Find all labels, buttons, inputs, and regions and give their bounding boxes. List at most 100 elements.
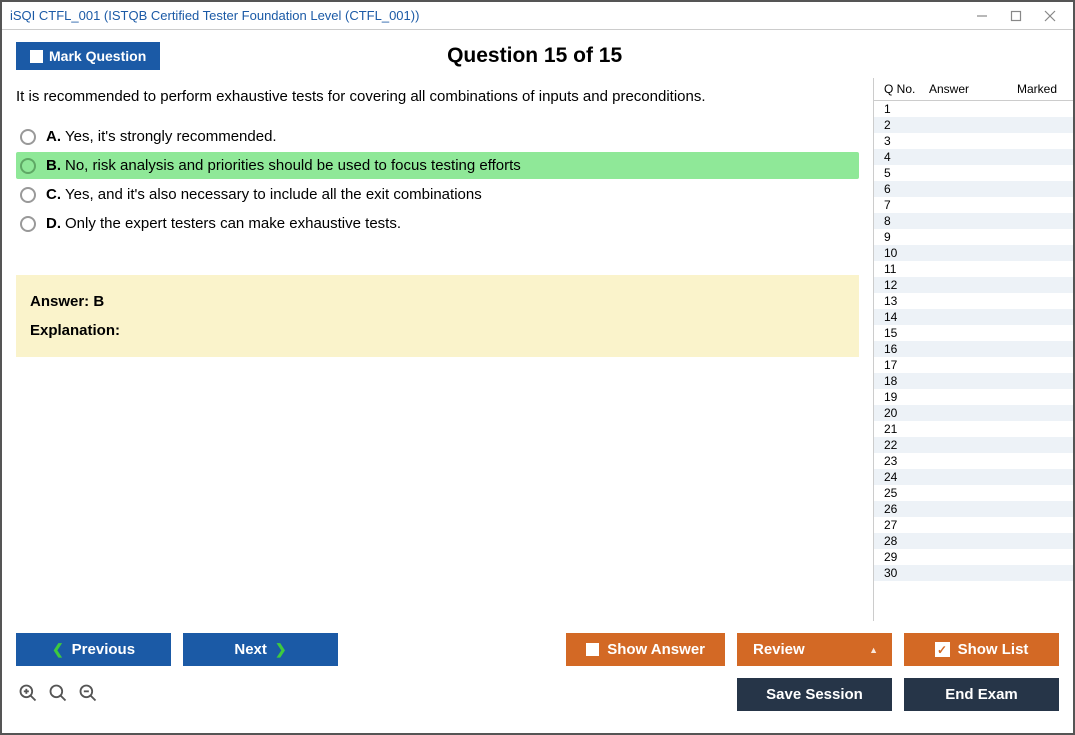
choice-c[interactable]: C. Yes, and it's also necessary to inclu…	[16, 181, 859, 208]
choice-text: Yes, and it's also necessary to include …	[65, 186, 482, 203]
qlist-row[interactable]: 18	[874, 373, 1073, 389]
qno: 8	[884, 214, 929, 228]
qlist-row[interactable]: 27	[874, 517, 1073, 533]
qlist-row[interactable]: 1	[874, 101, 1073, 117]
radio-icon	[20, 129, 36, 145]
show-answer-button[interactable]: Show Answer	[566, 633, 725, 666]
question-list-header: Q No. Answer Marked	[874, 78, 1073, 101]
qlist-row[interactable]: 12	[874, 277, 1073, 293]
qlist-row[interactable]: 21	[874, 421, 1073, 437]
qno: 23	[884, 454, 929, 468]
end-exam-button[interactable]: End Exam	[904, 678, 1059, 711]
choice-a[interactable]: A. Yes, it's strongly recommended.	[16, 123, 859, 150]
qno: 17	[884, 358, 929, 372]
qlist-row[interactable]: 17	[874, 357, 1073, 373]
mark-question-label: Mark Question	[49, 48, 146, 64]
qno: 12	[884, 278, 929, 292]
button-row-1: ❮ Previous Next ❯ Show Answer Review ▲ ✓…	[16, 633, 1059, 666]
chevron-left-icon: ❮	[52, 641, 64, 658]
qno: 21	[884, 422, 929, 436]
zoom-out-icon[interactable]	[78, 683, 98, 706]
qno: 25	[884, 486, 929, 500]
end-exam-label: End Exam	[945, 686, 1018, 703]
question-counter: Question 15 of 15	[160, 44, 909, 68]
qlist-row[interactable]: 7	[874, 197, 1073, 213]
qlist-row[interactable]: 15	[874, 325, 1073, 341]
qlist-row[interactable]: 10	[874, 245, 1073, 261]
qno: 11	[884, 262, 929, 276]
close-icon[interactable]	[1043, 9, 1057, 23]
checkbox-checked-icon: ✓	[935, 642, 950, 657]
save-session-button[interactable]: Save Session	[737, 678, 892, 711]
choices-list: A. Yes, it's strongly recommended.B. No,…	[16, 123, 859, 237]
qlist-row[interactable]: 30	[874, 565, 1073, 581]
qno: 10	[884, 246, 929, 260]
qlist-row[interactable]: 16	[874, 341, 1073, 357]
qlist-row[interactable]: 5	[874, 165, 1073, 181]
choice-d[interactable]: D. Only the expert testers can make exha…	[16, 210, 859, 237]
show-answer-label: Show Answer	[607, 641, 705, 658]
show-list-label: Show List	[958, 641, 1029, 658]
col-answer: Answer	[929, 82, 999, 96]
qlist-row[interactable]: 28	[874, 533, 1073, 549]
qno: 1	[884, 102, 929, 116]
zoom-icon[interactable]	[48, 683, 68, 706]
save-session-label: Save Session	[766, 686, 863, 703]
checkbox-icon	[30, 50, 43, 63]
qlist-row[interactable]: 13	[874, 293, 1073, 309]
qlist-row[interactable]: 11	[874, 261, 1073, 277]
qlist-row[interactable]: 24	[874, 469, 1073, 485]
next-button[interactable]: Next ❯	[183, 633, 338, 666]
qlist-row[interactable]: 3	[874, 133, 1073, 149]
minimize-icon[interactable]	[975, 9, 989, 23]
next-label: Next	[234, 641, 267, 658]
qlist-row[interactable]: 22	[874, 437, 1073, 453]
qno: 15	[884, 326, 929, 340]
question-text: It is recommended to perform exhaustive …	[16, 88, 859, 105]
choice-text: No, risk analysis and priorities should …	[65, 157, 521, 174]
choice-b[interactable]: B. No, risk analysis and priorities shou…	[16, 152, 859, 179]
qlist-row[interactable]: 14	[874, 309, 1073, 325]
question-list[interactable]: 1234567891011121314151617181920212223242…	[874, 101, 1073, 621]
zoom-reset-icon[interactable]	[18, 683, 38, 706]
col-marked: Marked	[999, 82, 1067, 96]
qno: 24	[884, 470, 929, 484]
col-qno: Q No.	[884, 82, 929, 96]
qlist-row[interactable]: 6	[874, 181, 1073, 197]
qlist-row[interactable]: 26	[874, 501, 1073, 517]
qlist-row[interactable]: 29	[874, 549, 1073, 565]
qlist-row[interactable]: 19	[874, 389, 1073, 405]
qno: 18	[884, 374, 929, 388]
qno: 16	[884, 342, 929, 356]
qlist-row[interactable]: 25	[874, 485, 1073, 501]
radio-icon	[20, 187, 36, 203]
question-panel: It is recommended to perform exhaustive …	[2, 78, 873, 621]
qno: 28	[884, 534, 929, 548]
window-controls	[975, 9, 1065, 23]
qno: 22	[884, 438, 929, 452]
qlist-row[interactable]: 8	[874, 213, 1073, 229]
show-list-button[interactable]: ✓ Show List	[904, 633, 1059, 666]
qno: 26	[884, 502, 929, 516]
previous-button[interactable]: ❮ Previous	[16, 633, 171, 666]
question-list-panel: Q No. Answer Marked 12345678910111213141…	[873, 78, 1073, 621]
radio-icon	[20, 158, 36, 174]
qno: 7	[884, 198, 929, 212]
qno: 5	[884, 166, 929, 180]
answer-label: Answer:	[30, 293, 89, 310]
maximize-icon[interactable]	[1009, 9, 1023, 23]
qno: 20	[884, 406, 929, 420]
answer-panel: Answer: B Explanation:	[16, 275, 859, 357]
qlist-row[interactable]: 4	[874, 149, 1073, 165]
qlist-row[interactable]: 9	[874, 229, 1073, 245]
qlist-row[interactable]: 20	[874, 405, 1073, 421]
qno: 30	[884, 566, 929, 580]
review-button[interactable]: Review ▲	[737, 633, 892, 666]
mark-question-button[interactable]: Mark Question	[16, 42, 160, 70]
qlist-row[interactable]: 23	[874, 453, 1073, 469]
qno: 4	[884, 150, 929, 164]
qno: 29	[884, 550, 929, 564]
choice-letter: C.	[46, 186, 61, 203]
qlist-row[interactable]: 2	[874, 117, 1073, 133]
titlebar: iSQI CTFL_001 (ISTQB Certified Tester Fo…	[2, 2, 1073, 30]
